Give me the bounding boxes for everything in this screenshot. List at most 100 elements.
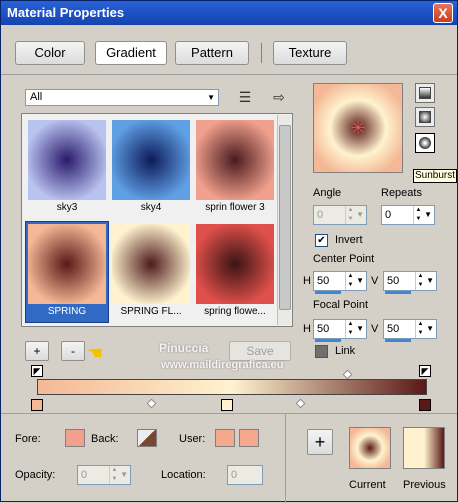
tab-pattern[interactable]: Pattern: [175, 41, 249, 65]
add-gradient-button[interactable]: +: [25, 341, 49, 361]
location-label: Location:: [161, 469, 206, 481]
chevron-down-icon[interactable]: ▼: [424, 206, 432, 224]
gradient-bar[interactable]: [37, 379, 427, 395]
tab-bar: Color Gradient Pattern Texture: [1, 31, 457, 75]
repeats-field[interactable]: 0 ▲ ▼ ▼: [381, 205, 435, 225]
spin-arrows-icon[interactable]: ▲ ▼: [345, 206, 355, 224]
chevron-down-icon: ▼: [207, 93, 215, 102]
chevron-down-icon[interactable]: ▼: [426, 320, 434, 338]
transparency-midpoint-marker[interactable]: [342, 369, 353, 380]
divider: [285, 413, 286, 503]
remove-gradient-button[interactable]: -: [61, 341, 85, 361]
gallery-item-label: sky4: [140, 202, 162, 213]
focal-v-value: 50: [387, 323, 400, 335]
color-stop-start[interactable]: [31, 399, 43, 411]
gallery-item-spring[interactable]: SPRING: [25, 221, 109, 323]
linear-style-button[interactable]: [415, 83, 435, 103]
previous-material[interactable]: [403, 427, 445, 469]
center-v-label: V: [371, 275, 379, 287]
gallery-item-label: sprin flower 3: [205, 202, 265, 213]
spin-arrows-icon[interactable]: ▲ ▼: [345, 272, 355, 290]
current-material[interactable]: [349, 427, 391, 469]
gallery-item-spring-flowe[interactable]: spring flowe...: [194, 222, 276, 322]
current-label: Current: [349, 479, 386, 491]
gradient-thumbnail: [28, 224, 106, 304]
chevron-down-icon[interactable]: ▼: [356, 272, 364, 290]
center-v-value: 50: [387, 275, 400, 287]
color-midpoint-marker[interactable]: [146, 398, 157, 409]
focal-h-slider[interactable]: [315, 339, 341, 342]
invert-checkbox[interactable]: ✔: [315, 234, 328, 247]
focal-h-value: 50: [317, 323, 330, 335]
spin-arrows-icon[interactable]: ▲ ▼: [415, 272, 425, 290]
spin-arrows-icon[interactable]: ▲ ▼: [415, 320, 425, 338]
fore-swatch[interactable]: [65, 429, 85, 447]
gallery-item-sprin-flower-3[interactable]: sprin flower 3: [194, 118, 276, 218]
spin-arrows-icon[interactable]: ▲ ▼: [345, 320, 355, 338]
hand-pointer-icon: ☚: [87, 343, 104, 363]
center-h-slider[interactable]: [315, 291, 341, 294]
user-swatch-alt[interactable]: [239, 429, 259, 447]
center-v-slider[interactable]: [385, 291, 411, 294]
angle-field[interactable]: 0 ▲ ▼ ▼: [313, 205, 367, 225]
close-button[interactable]: X: [433, 3, 453, 23]
spin-arrows-icon[interactable]: ▲ ▼: [109, 466, 119, 484]
chevron-down-icon[interactable]: ▼: [426, 272, 434, 290]
tab-color[interactable]: Color: [15, 41, 85, 65]
focal-h-field[interactable]: 50 ▲ ▼ ▼: [313, 319, 367, 342]
opacity-value: 0: [81, 469, 88, 481]
gradient-filter-value: All: [30, 91, 43, 103]
back-swatch[interactable]: [137, 429, 157, 447]
gallery-scrollbar[interactable]: [277, 115, 291, 325]
focal-v-label: V: [371, 323, 379, 335]
focal-v-slider[interactable]: [385, 339, 411, 342]
chevron-down-icon[interactable]: ▼: [120, 466, 128, 484]
opacity-label: Opacity:: [15, 469, 56, 481]
tab-texture[interactable]: Texture: [273, 41, 347, 65]
title-bar[interactable]: Material Properties X: [1, 1, 457, 25]
add-to-swatches-button[interactable]: +: [307, 429, 333, 455]
right-transparency-stop-icon[interactable]: ◤: [419, 365, 431, 377]
gallery-item-label: SPRING: [47, 306, 87, 317]
sunburst-style-button[interactable]: [415, 133, 435, 153]
location-field[interactable]: 0: [227, 465, 263, 485]
center-v-field[interactable]: 50 ▲ ▼ ▼: [383, 271, 437, 294]
repeats-label: Repeats: [381, 187, 422, 199]
center-h-label: H: [303, 275, 311, 287]
link-checkbox[interactable]: [315, 345, 328, 358]
center-h-field[interactable]: 50 ▲ ▼ ▼: [313, 271, 367, 294]
center-crosshair-icon[interactable]: ✳: [350, 119, 366, 137]
focal-v-field[interactable]: 50 ▲ ▼ ▼: [383, 319, 437, 342]
save-button[interactable]: Save: [229, 341, 291, 361]
angle-value: 0: [317, 209, 324, 221]
user-label: User:: [179, 433, 206, 445]
gradient-preview[interactable]: ✳: [313, 83, 403, 173]
color-stop-middle[interactable]: [221, 399, 233, 411]
gallery-item-sky4[interactable]: sky4: [110, 118, 192, 218]
left-transparency-stop-icon[interactable]: ◤: [31, 365, 43, 377]
tab-gradient[interactable]: Gradient: [95, 41, 167, 65]
gallery-item-spring-fl[interactable]: SPRING FL...: [110, 222, 192, 322]
gradient-filter-dropdown[interactable]: All ▼: [25, 89, 219, 106]
color-stop-end[interactable]: [419, 399, 431, 411]
arrow-right-icon[interactable]: ⇨: [269, 88, 289, 106]
rectangular-style-button[interactable]: [415, 107, 435, 127]
user-swatch[interactable]: [215, 429, 235, 447]
scrollbar-thumb[interactable]: [279, 125, 291, 310]
resource-manager-icon[interactable]: ☰: [235, 88, 255, 106]
center-h-value: 50: [317, 275, 330, 287]
focal-point-label: Focal Point: [313, 299, 369, 311]
opacity-field[interactable]: 0 ▲ ▼ ▼: [77, 465, 131, 485]
gallery-item-sky3[interactable]: sky3: [26, 118, 108, 218]
center-point-label: Center Point: [313, 253, 375, 265]
color-midpoint-marker[interactable]: [295, 398, 306, 409]
repeats-value: 0: [385, 209, 392, 221]
spin-arrows-icon[interactable]: ▲ ▼: [413, 206, 423, 224]
gradient-thumbnail: [112, 120, 190, 200]
invert-label: Invert: [335, 234, 363, 246]
chevron-down-icon[interactable]: ▼: [356, 320, 364, 338]
watermark-name: Pinuccia: [159, 341, 209, 355]
chevron-down-icon[interactable]: ▼: [356, 206, 364, 224]
material-properties-window: Material Properties X Color Gradient Pat…: [0, 0, 458, 503]
rectangular-style-icon: [419, 111, 431, 123]
